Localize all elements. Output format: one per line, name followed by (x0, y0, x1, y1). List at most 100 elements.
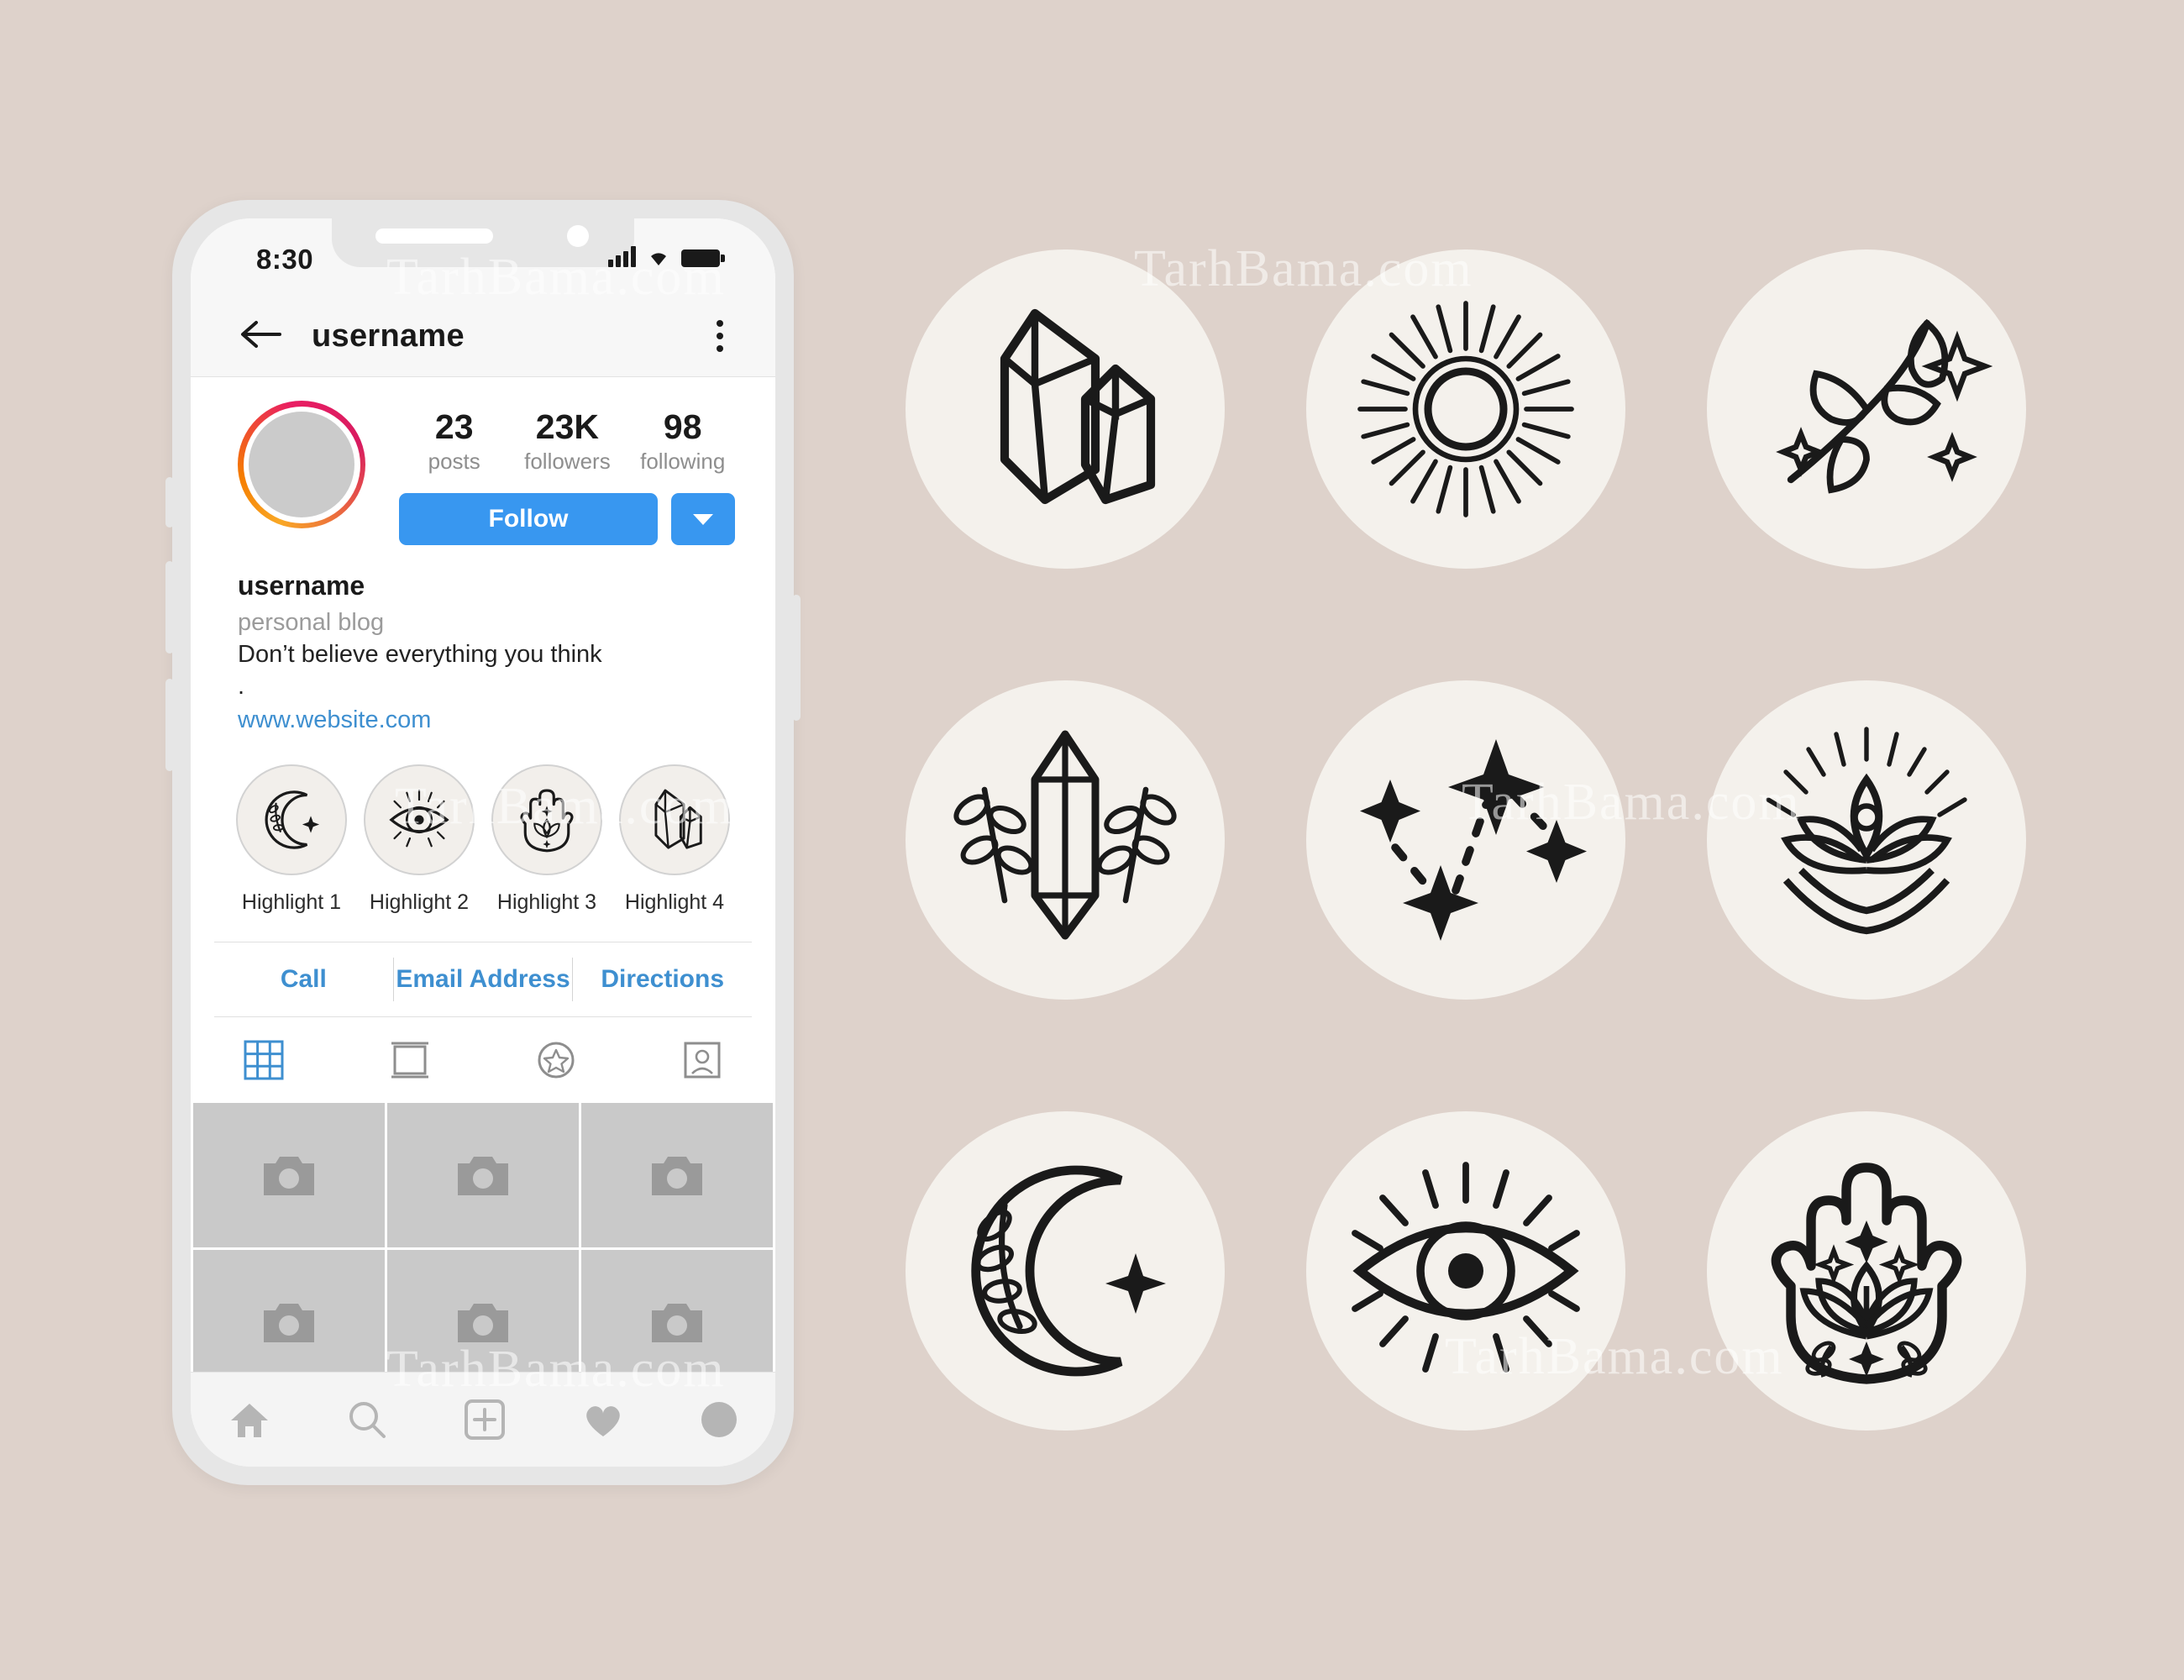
icon-set-grid (865, 193, 2066, 1487)
camera-icon (264, 1304, 314, 1343)
back-arrow-icon[interactable] (238, 318, 283, 355)
icon-cell-1[interactable] (865, 193, 1266, 624)
icon-cell-8[interactable] (1266, 1056, 1667, 1487)
stat-value: 23K (535, 407, 600, 446)
stat-posts[interactable]: 23 posts (414, 407, 495, 475)
lotus-third-eye-icon (1706, 680, 2026, 1000)
camera-icon (652, 1157, 702, 1196)
icon-cell-7[interactable] (865, 1056, 1266, 1487)
hamsa-hand-icon (1706, 1111, 2026, 1431)
nav-activity[interactable] (580, 1399, 626, 1441)
profile-stats: 23 posts 23K followers 98 following (399, 401, 740, 475)
eye-icon (364, 764, 475, 876)
stat-label: posts (428, 449, 480, 475)
more-vertical-icon[interactable] (717, 320, 723, 352)
story-highlights: Highlight 1 Highlight 2 Highlight 3 High… (191, 734, 775, 931)
icon-cell-9[interactable] (1666, 1056, 2066, 1487)
home-icon (231, 1404, 268, 1437)
phone-notch (332, 218, 634, 267)
camera-icon (458, 1157, 508, 1196)
bio-line-1: Don’t believe everything you think (238, 641, 602, 669)
star-icon (538, 1042, 575, 1079)
signal-bars-icon (608, 245, 636, 267)
phone-power-button (792, 595, 801, 721)
heart-icon (586, 1406, 620, 1436)
phone-mockup: 8:30 username 23 posts 23K followers 98 … (165, 200, 801, 1485)
crystals-icon (619, 764, 730, 876)
tab-grid[interactable] (191, 1038, 337, 1082)
avatar-image (249, 412, 354, 517)
front-camera (567, 225, 589, 247)
crystals-icon (906, 249, 1226, 569)
icon-cell-2[interactable] (1266, 193, 1667, 624)
camera-icon (458, 1304, 508, 1343)
photo-cell[interactable] (193, 1103, 385, 1248)
phone-volume-button (165, 679, 174, 771)
stat-following[interactable]: 98 following (640, 407, 726, 475)
nav-profile[interactable] (700, 1400, 738, 1439)
icon-cell-5[interactable] (1266, 624, 1667, 1055)
nav-search[interactable] (345, 1398, 389, 1441)
profile-section: 23 posts 23K followers 98 following Foll… (191, 377, 775, 735)
follow-button[interactable]: Follow (399, 493, 658, 546)
profile-tabs (191, 1017, 775, 1104)
directions-button[interactable]: Directions (573, 965, 752, 994)
highlight-item-2[interactable]: Highlight 2 (355, 764, 483, 915)
bio-website-link[interactable]: www.website.com (238, 706, 728, 734)
profile-avatar-icon (701, 1402, 737, 1437)
stat-value: 23 (434, 407, 474, 446)
bio-line-2: . (238, 673, 245, 701)
photo-cell[interactable] (387, 1103, 579, 1248)
phone-volume-button (165, 561, 174, 654)
highlight-item-4[interactable]: Highlight 4 (611, 764, 738, 915)
eye-icon (1305, 1111, 1625, 1431)
camera-icon (652, 1304, 702, 1343)
earpiece-speaker (375, 228, 493, 244)
profile-bio: username personal blog Don’t believe eve… (191, 545, 775, 734)
camera-icon (264, 1157, 314, 1196)
stat-label: following (640, 449, 726, 475)
icon-cell-4[interactable] (865, 624, 1266, 1055)
highlight-label: Highlight 2 (369, 890, 470, 915)
icon-cell-3[interactable] (1666, 193, 2066, 624)
call-button[interactable]: Call (214, 965, 393, 994)
icon-cell-6[interactable] (1666, 624, 2066, 1055)
status-icons (608, 245, 725, 267)
nav-add[interactable] (463, 1398, 507, 1441)
follow-options-button[interactable] (671, 493, 735, 546)
crescent-moon-icon (236, 764, 347, 876)
tagged-icon (684, 1042, 721, 1079)
tab-tagged[interactable] (629, 1038, 775, 1082)
hamsa-hand-icon (491, 764, 602, 876)
search-icon (349, 1402, 386, 1438)
avatar[interactable] (238, 401, 365, 528)
bottom-navigation (191, 1372, 775, 1467)
leaf-branch-sparkle-icon (1706, 249, 2026, 569)
bio-category: personal blog (238, 609, 385, 637)
photo-grid (191, 1103, 775, 1395)
feed-icon (391, 1042, 428, 1079)
stat-value: 98 (663, 407, 702, 446)
contact-actions: Call Email Address Directions (214, 942, 752, 1018)
highlight-label: Highlight 3 (496, 890, 597, 915)
app-navbar: username (191, 296, 775, 377)
stat-followers[interactable]: 23K followers (524, 407, 611, 475)
tab-starred[interactable] (483, 1038, 629, 1082)
email-button[interactable]: Email Address (394, 965, 573, 994)
wifi-icon (651, 253, 666, 265)
highlight-item-3[interactable]: Highlight 3 (483, 764, 611, 915)
crystal-botanical-icon (906, 680, 1226, 1000)
add-icon (465, 1399, 505, 1440)
status-time: 8:30 (256, 244, 314, 275)
grid-icon (244, 1040, 284, 1080)
bio-name: username (238, 570, 365, 601)
phone-screen: 8:30 username 23 posts 23K followers 98 … (191, 218, 775, 1467)
page-title: username (312, 318, 465, 354)
highlight-label: Highlight 4 (624, 890, 725, 915)
highlight-item-1[interactable]: Highlight 1 (228, 764, 355, 915)
tab-feed[interactable] (337, 1038, 483, 1082)
stat-label: followers (524, 449, 611, 475)
highlight-label: Highlight 1 (241, 890, 342, 915)
nav-home[interactable] (228, 1399, 271, 1441)
photo-cell[interactable] (581, 1103, 773, 1248)
